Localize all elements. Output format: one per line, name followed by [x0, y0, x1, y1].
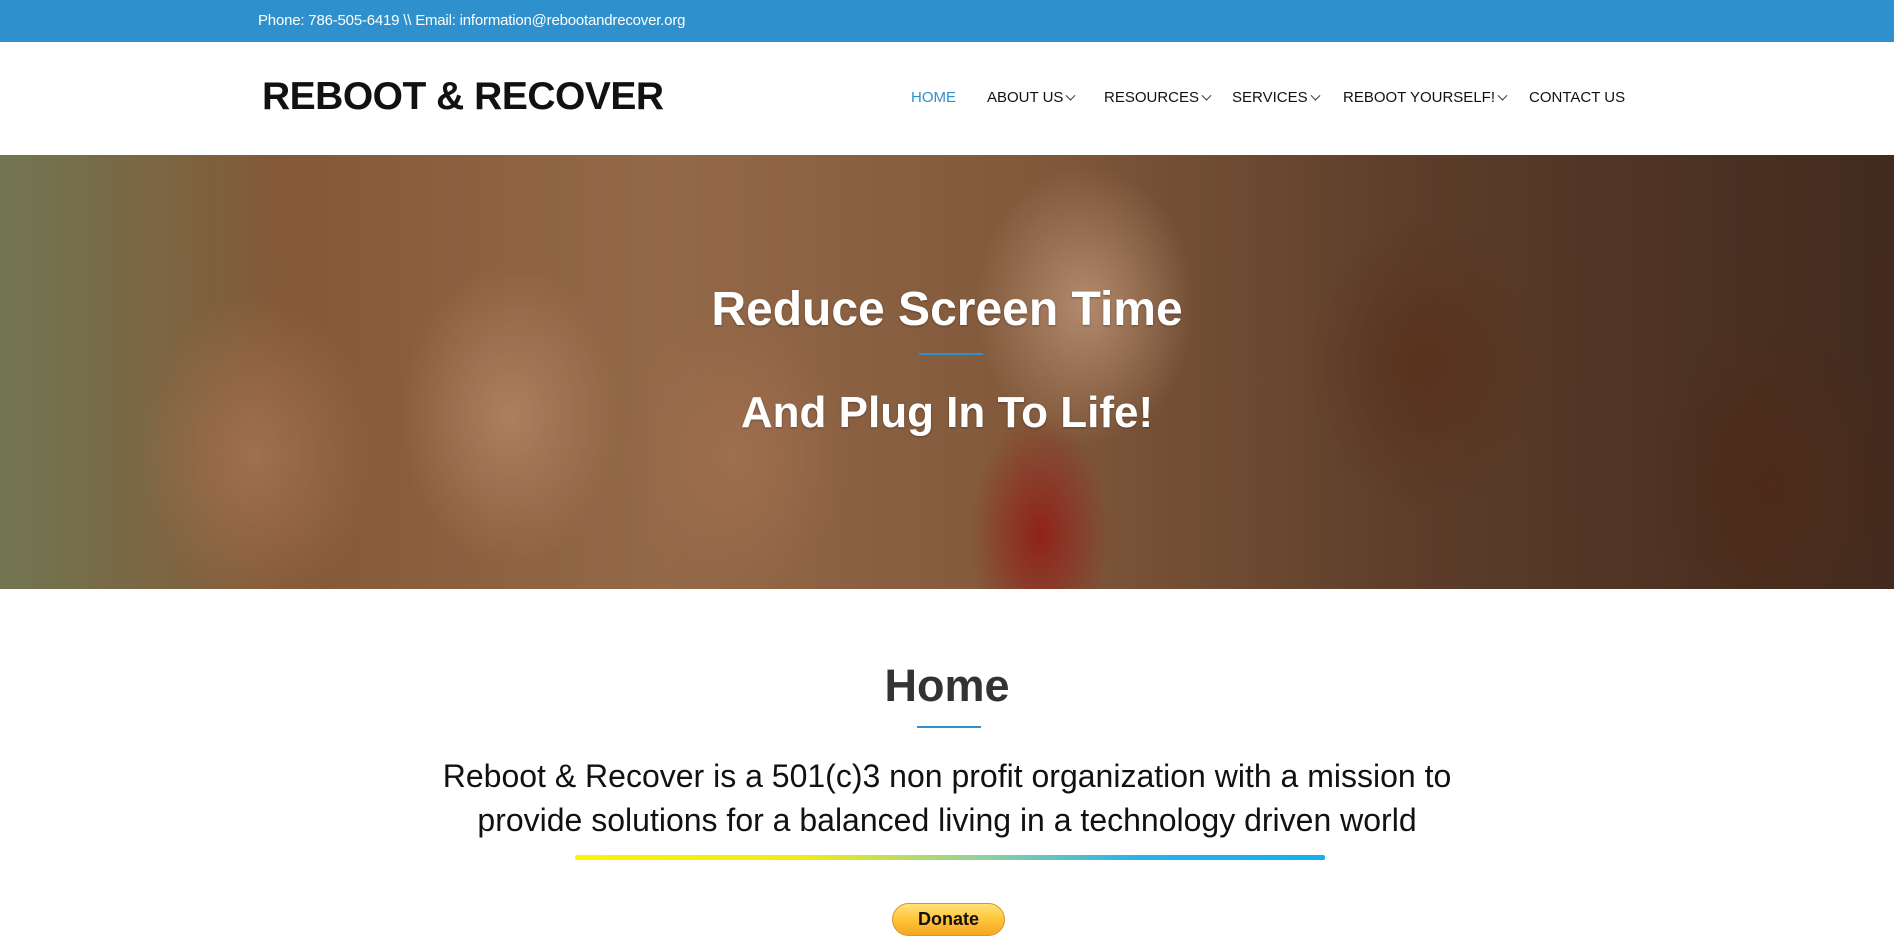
nav-item-label: SERVICES [1232, 89, 1308, 106]
hero-banner: Reduce Screen Time And Plug In To Life! [0, 155, 1894, 589]
nav-item-label: CONTACT US [1529, 89, 1626, 106]
nav-item-home[interactable]: HOME [911, 89, 956, 106]
nav-item-services[interactable]: SERVICES [1232, 89, 1321, 106]
site-header: REBOOT & RECOVER HOME ABOUT US RESOURCES… [0, 42, 1894, 155]
nav-item-label: REBOOT YOURSELF! [1343, 89, 1495, 106]
contact-info: Phone: 786-505-6419 \\ Email: informatio… [258, 12, 686, 29]
nav-item-label: RESOURCES [1104, 89, 1200, 106]
hero-divider [919, 353, 983, 355]
chevron-down-icon [1201, 90, 1212, 101]
chevron-down-icon [1065, 90, 1076, 101]
nav-item-reboot-yourself[interactable]: REBOOT YOURSELF! [1343, 89, 1508, 106]
donate-button[interactable]: Donate [892, 903, 1005, 936]
chevron-down-icon [1310, 90, 1321, 101]
hero-image-overlay [0, 155, 1894, 589]
nav-item-contact-us[interactable]: CONTACT US [1529, 89, 1625, 106]
nav-item-about-us[interactable]: ABOUT US [987, 89, 1076, 106]
hero-title: Reduce Screen Time [711, 283, 1183, 336]
nav-item-label: ABOUT US [987, 89, 1064, 106]
main-nav: HOME ABOUT US RESOURCES SERVICES REBOOT … [0, 89, 1894, 111]
gradient-divider [575, 855, 1325, 860]
top-contact-bar: Phone: 786-505-6419 \\ Email: informatio… [0, 0, 1894, 42]
nav-item-resources[interactable]: RESOURCES [1104, 89, 1212, 106]
nav-item-label: HOME [911, 89, 956, 106]
chevron-down-icon [1497, 90, 1508, 101]
title-divider [917, 726, 981, 728]
mission-line-1: Reboot & Recover is a 501(c)3 non profit… [442, 758, 1452, 794]
mission-line-2: provide solutions for a balanced living … [477, 802, 1417, 838]
mission-statement: Reboot & Recover is a 501(c)3 non profit… [400, 754, 1494, 842]
hero-subtitle: And Plug In To Life! [740, 388, 1154, 437]
page-title: Home [884, 660, 1010, 711]
